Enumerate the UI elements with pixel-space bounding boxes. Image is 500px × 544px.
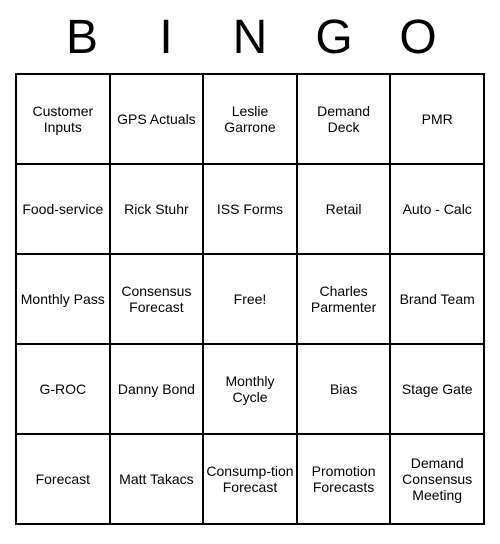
- bingo-cell[interactable]: Leslie Garrone: [203, 74, 297, 164]
- bingo-cell[interactable]: Demand Consensus Meeting: [390, 434, 484, 524]
- bingo-cell[interactable]: Danny Bond: [110, 344, 204, 434]
- bingo-cell[interactable]: Stage Gate: [390, 344, 484, 434]
- bingo-cell[interactable]: G-ROC: [16, 344, 110, 434]
- bingo-row: G-ROC Danny Bond Monthly Cycle Bias Stag…: [16, 344, 484, 434]
- bingo-cell-free[interactable]: Free!: [203, 254, 297, 344]
- bingo-cell[interactable]: Promotion Forecasts: [297, 434, 391, 524]
- bingo-cell[interactable]: Monthly Cycle: [203, 344, 297, 434]
- bingo-cell[interactable]: Monthly Pass: [16, 254, 110, 344]
- header-letter-g: G: [292, 10, 376, 65]
- bingo-cell[interactable]: Rick Stuhr: [110, 164, 204, 254]
- bingo-cell[interactable]: Charles Parmenter: [297, 254, 391, 344]
- bingo-cell[interactable]: Consump-tion Forecast: [203, 434, 297, 524]
- bingo-cell[interactable]: Customer Inputs: [16, 74, 110, 164]
- bingo-cell[interactable]: Demand Deck: [297, 74, 391, 164]
- bingo-row: Monthly Pass Consensus Forecast Free! Ch…: [16, 254, 484, 344]
- bingo-cell[interactable]: ISS Forms: [203, 164, 297, 254]
- bingo-cell[interactable]: GPS Actuals: [110, 74, 204, 164]
- bingo-row: Food-service Rick Stuhr ISS Forms Retail…: [16, 164, 484, 254]
- bingo-header: B I N G O: [15, 10, 485, 65]
- bingo-cell[interactable]: Bias: [297, 344, 391, 434]
- bingo-cell[interactable]: Forecast: [16, 434, 110, 524]
- header-letter-i: I: [124, 10, 208, 65]
- bingo-cell[interactable]: Food-service: [16, 164, 110, 254]
- bingo-cell[interactable]: PMR: [390, 74, 484, 164]
- bingo-cell[interactable]: Consensus Forecast: [110, 254, 204, 344]
- bingo-cell[interactable]: Brand Team: [390, 254, 484, 344]
- bingo-cell[interactable]: Auto - Calc: [390, 164, 484, 254]
- bingo-row: Forecast Matt Takacs Consump-tion Foreca…: [16, 434, 484, 524]
- bingo-cell[interactable]: Matt Takacs: [110, 434, 204, 524]
- header-letter-n: N: [208, 10, 292, 65]
- bingo-row: Customer Inputs GPS Actuals Leslie Garro…: [16, 74, 484, 164]
- bingo-card: Customer Inputs GPS Actuals Leslie Garro…: [15, 73, 485, 525]
- header-letter-o: O: [376, 10, 460, 65]
- header-letter-b: B: [40, 10, 124, 65]
- bingo-cell[interactable]: Retail: [297, 164, 391, 254]
